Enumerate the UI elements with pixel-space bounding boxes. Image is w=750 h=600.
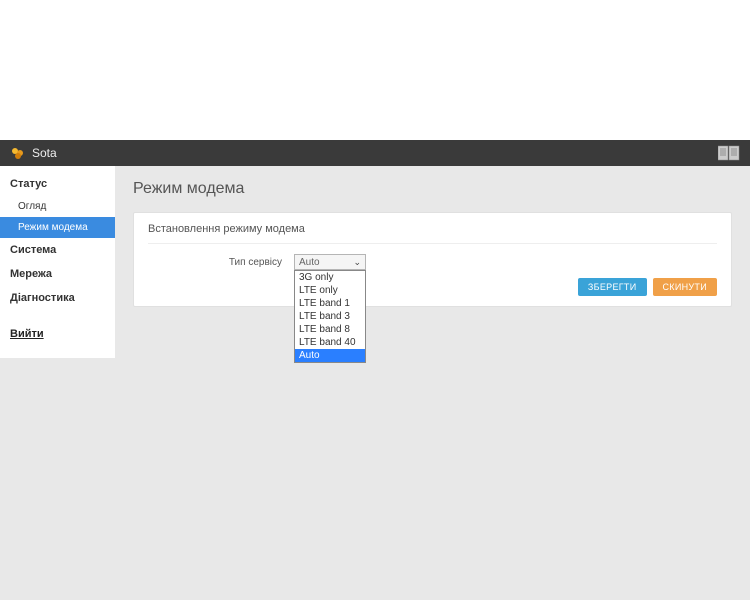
sidebar-item-diagnostics[interactable]: Діагностика <box>0 286 115 310</box>
sidebar-item-system[interactable]: Система <box>0 238 115 262</box>
save-button[interactable]: ЗБЕРЕГТИ <box>578 278 647 296</box>
panel-heading: Встановлення режиму модема <box>148 223 717 244</box>
service-type-select[interactable]: Auto ⌄ <box>294 254 366 270</box>
option-lte-band-1[interactable]: LTE band 1 <box>295 297 365 310</box>
option-lte-band-8[interactable]: LTE band 8 <box>295 323 365 336</box>
page-title: Режим модема <box>133 180 732 198</box>
option-lte-band-3[interactable]: LTE band 3 <box>295 310 365 323</box>
language-icon[interactable] <box>718 145 740 161</box>
brand-icon <box>10 145 26 161</box>
service-type-dropdown: 3G only LTE only LTE band 1 LTE band 3 L… <box>294 270 366 363</box>
chevron-down-icon: ⌄ <box>353 257 361 268</box>
service-type-value: Auto <box>299 257 320 268</box>
sidebar: Статус Огляд Режим модема Система Мережа… <box>0 166 115 358</box>
brand: Sota <box>10 145 57 161</box>
option-3g-only[interactable]: 3G only <box>295 271 365 284</box>
header-bar: Sota <box>0 140 750 166</box>
sidebar-item-modem-mode[interactable]: Режим модема <box>0 217 115 238</box>
service-type-row: Тип сервісу Auto ⌄ 3G only LTE only LTE … <box>148 254 717 270</box>
top-blank-area <box>0 0 750 140</box>
sidebar-item-status[interactable]: Статус <box>0 172 115 196</box>
panel-actions: ЗБЕРЕГТИ СКИНУТИ <box>148 278 717 296</box>
service-type-label: Тип сервісу <box>148 257 288 268</box>
sidebar-item-overview[interactable]: Огляд <box>0 196 115 217</box>
sidebar-logout[interactable]: Вийти <box>0 318 115 346</box>
main-content: Режим модема Встановлення режиму модема … <box>115 166 750 321</box>
option-lte-band-40[interactable]: LTE band 40 <box>295 336 365 349</box>
brand-name: Sota <box>32 146 57 160</box>
sidebar-item-network[interactable]: Мережа <box>0 262 115 286</box>
settings-panel: Встановлення режиму модема Тип сервісу A… <box>133 212 732 307</box>
option-auto[interactable]: Auto <box>295 349 365 362</box>
option-lte-only[interactable]: LTE only <box>295 284 365 297</box>
reset-button[interactable]: СКИНУТИ <box>653 278 718 296</box>
